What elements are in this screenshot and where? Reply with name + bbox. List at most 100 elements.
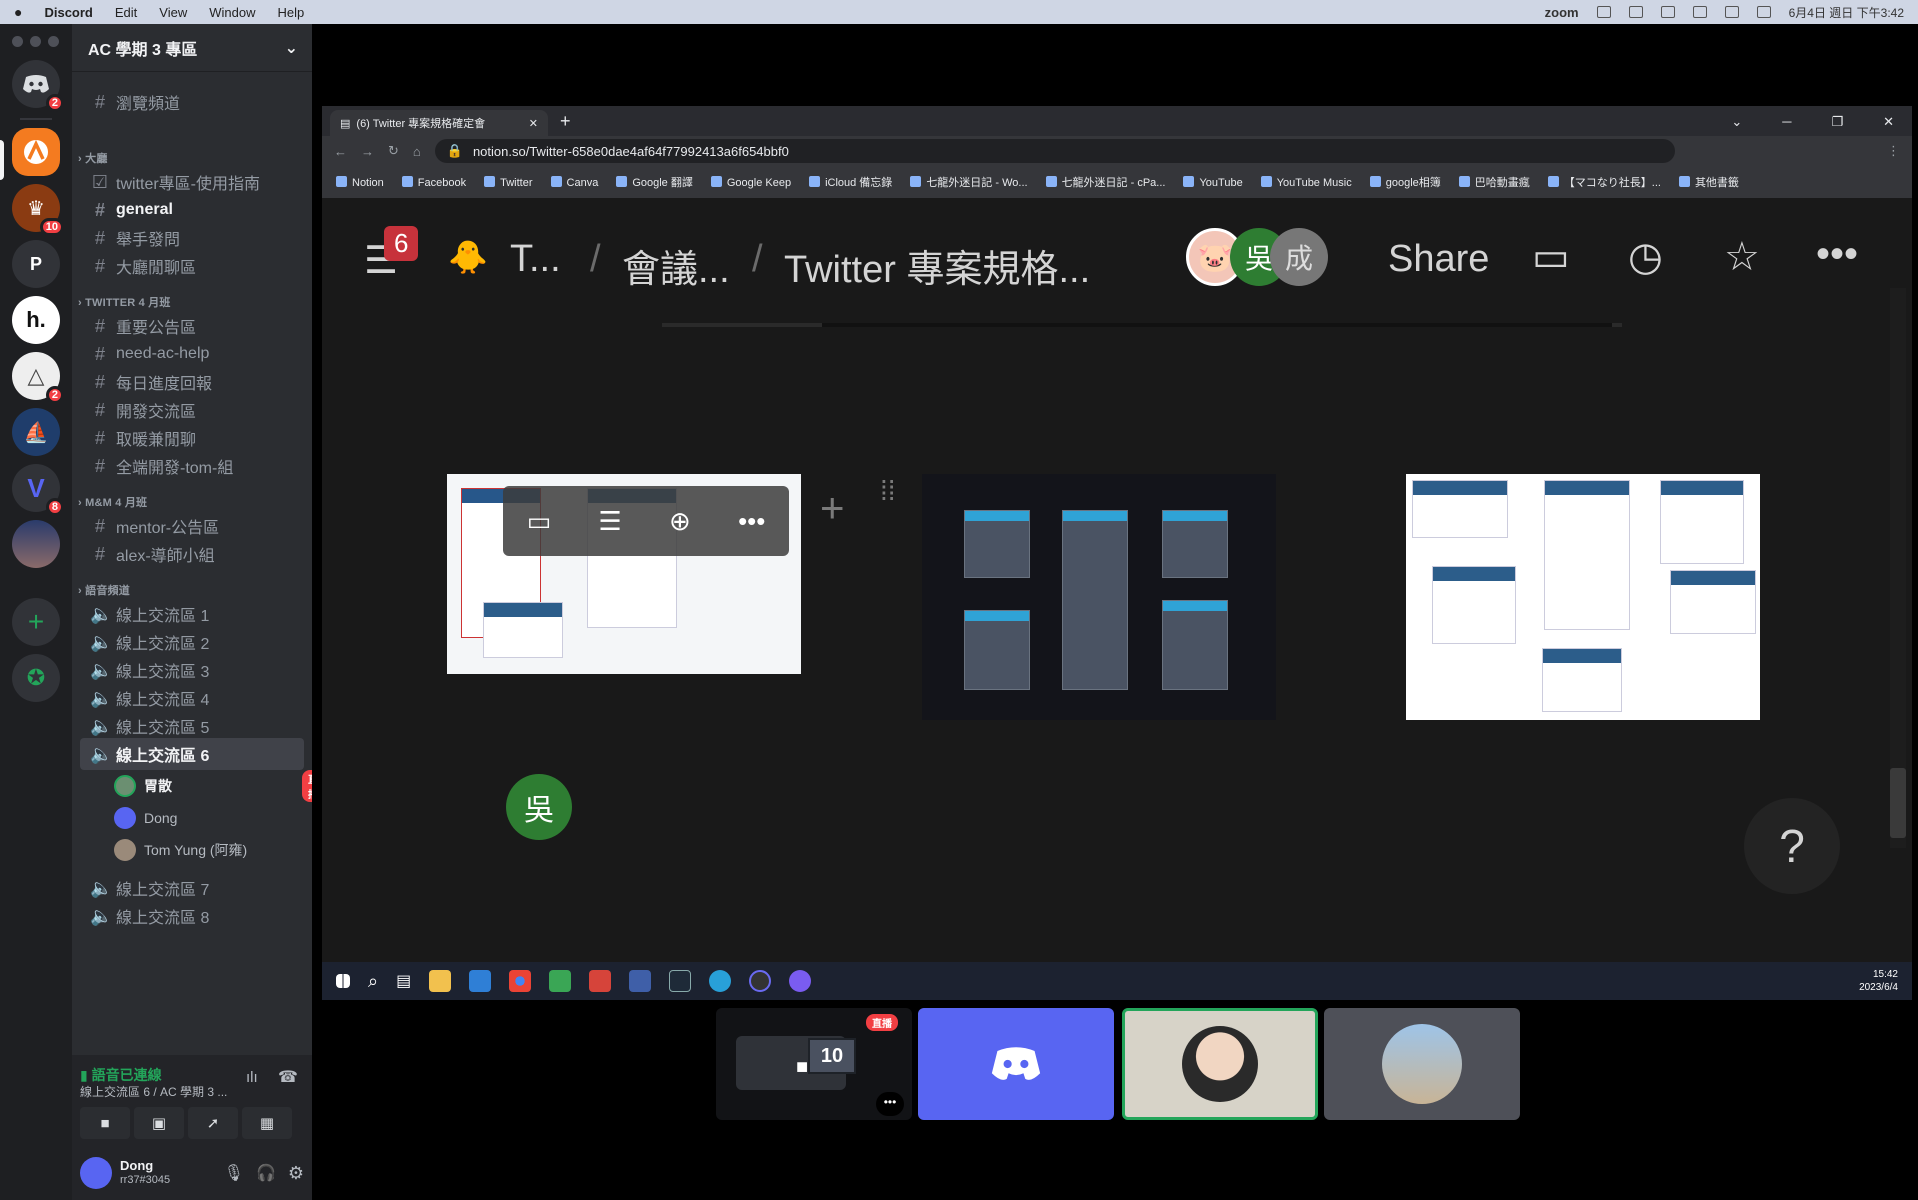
menu-edit[interactable]: Edit (115, 5, 137, 20)
cursor-avatar-wu[interactable]: 吳 (506, 774, 572, 840)
battery-icon[interactable] (1660, 6, 1675, 18)
explore-servers-icon[interactable]: ✪ (12, 654, 60, 702)
horizontal-scroll-track[interactable] (662, 323, 1622, 327)
window-icon[interactable] (1596, 6, 1611, 18)
restore-icon[interactable]: ❐ (1831, 114, 1843, 130)
minimize-window-button[interactable] (30, 36, 41, 47)
windows-start-icon[interactable] (336, 974, 350, 988)
camera-button[interactable]: ■ (80, 1107, 130, 1139)
server-ac-icon[interactable] (12, 128, 60, 176)
server-header[interactable]: AC 學期 3 專區 ⌄ (72, 24, 312, 72)
bookmark-notion[interactable]: Notion (336, 176, 384, 189)
disconnect-icon[interactable]: ☎ (278, 1067, 298, 1087)
server-v-icon[interactable]: V8 (12, 464, 64, 516)
back-icon[interactable]: ← (334, 144, 347, 159)
edge-icon[interactable] (709, 970, 732, 992)
caption-icon[interactable]: ☰ (598, 506, 621, 537)
bookmark-diary-1[interactable]: 七龍外迷日記 - Wo... (910, 174, 1027, 190)
collaborator-avatar-cheng[interactable]: 成 (1270, 228, 1328, 286)
download-icon[interactable]: ⊕ (669, 506, 691, 537)
bookmark-facebook[interactable]: Facebook (402, 176, 466, 189)
screen-share-button[interactable]: ▣ (134, 1107, 184, 1139)
bookmark-google-translate[interactable]: Google 翻譯 (616, 174, 693, 190)
category-lobby[interactable]: › 大廳 (78, 150, 108, 166)
menu-view[interactable]: View (159, 5, 187, 20)
voice-user-tom[interactable]: Tom Yung (阿雍) (114, 836, 247, 864)
vertical-scroll-track[interactable] (1890, 288, 1906, 848)
erd-image-3[interactable] (1406, 474, 1760, 720)
forward-icon[interactable]: → (361, 144, 374, 159)
wifi-icon[interactable] (1692, 6, 1707, 18)
share-button[interactable]: Share (1388, 238, 1489, 281)
breadcrumb-2[interactable]: 會議... (622, 238, 730, 293)
direct-messages-button[interactable]: 2 (12, 60, 64, 112)
home-icon[interactable]: ⌂ (413, 144, 421, 159)
category-voice[interactable]: › 語音頻道 (78, 582, 130, 598)
screen-icon[interactable] (1628, 6, 1643, 18)
browse-channels[interactable]: # 瀏覽頻道 (80, 86, 304, 118)
image-more-icon[interactable]: ••• (738, 506, 765, 537)
browser-tab[interactable]: ▤ (6) Twitter 專案規格確定會 ✕ (330, 110, 548, 136)
zoom-status[interactable]: zoom (1545, 5, 1579, 20)
breadcrumb-3[interactable]: Twitter 專案規格... (784, 238, 1090, 293)
new-tab-icon[interactable]: + (560, 111, 571, 132)
participant-tile-speaking[interactable] (1122, 1008, 1318, 1120)
notepad-icon[interactable] (549, 970, 572, 992)
erd-image-2[interactable] (922, 474, 1276, 720)
bookmark-google-photos[interactable]: google相簿 (1370, 174, 1441, 190)
search-icon[interactable] (1724, 6, 1739, 18)
minimize-icon[interactable]: ─ (1782, 114, 1791, 130)
participant-tile-tom[interactable] (1324, 1008, 1520, 1120)
vertical-scroll-thumb[interactable] (1890, 768, 1906, 838)
activities-button[interactable]: ➚ (188, 1107, 238, 1139)
tile-more-icon[interactable]: ••• (876, 1092, 904, 1116)
comment-icon[interactable]: ▭ (527, 506, 552, 537)
bookmark-canva[interactable]: Canva (551, 176, 599, 189)
comments-icon[interactable]: ▭ (1532, 234, 1570, 280)
messenger-icon[interactable] (789, 970, 812, 992)
app-k-icon[interactable] (669, 970, 692, 992)
user-avatar[interactable] (80, 1157, 112, 1189)
soundboard-button[interactable]: ▦ (242, 1107, 292, 1139)
address-bar[interactable]: 🔒 notion.so/Twitter-658e0dae4af64f7799241… (434, 139, 1675, 163)
channel-fullstack[interactable]: # 全端開發-tom-組 (80, 450, 304, 482)
bookmark-diary-2[interactable]: 七龍外迷日記 - cPa... (1046, 174, 1166, 190)
office-icon[interactable] (589, 970, 612, 992)
add-block-icon[interactable]: + (820, 484, 845, 532)
apple-icon[interactable]: ● (14, 4, 22, 20)
drag-handle-icon[interactable]: ⁞⁞ (880, 477, 896, 505)
server-photo-icon[interactable] (12, 520, 60, 568)
category-mm[interactable]: › M&M 4 月班 (78, 494, 147, 510)
bookmark-makonari[interactable]: 【マコなり社長】... (1548, 174, 1661, 190)
server-crown-icon[interactable]: ♛ 10 (12, 184, 64, 236)
voice-channel-8[interactable]: 🔈 線上交流區 8 (80, 900, 304, 932)
close-tab-icon[interactable]: ✕ (529, 117, 538, 130)
more-options-icon[interactable]: ••• (1816, 232, 1858, 277)
gear-icon[interactable]: ⚙ (288, 1163, 304, 1184)
user-info[interactable]: Dong rr37#3045 (120, 1159, 170, 1187)
reload-icon[interactable]: ↻ (388, 143, 399, 159)
server-sail-icon[interactable]: ⛵ (12, 408, 60, 456)
menubar-clock[interactable]: 6月4日 週日 下午3:42 (1789, 4, 1904, 21)
add-server-icon[interactable]: + (12, 598, 60, 646)
extensions-icon[interactable]: ⋮ (1887, 143, 1900, 159)
bookmark-youtube[interactable]: YouTube (1183, 176, 1242, 189)
favorite-star-icon[interactable]: ☆ (1724, 234, 1760, 280)
bookmark-other[interactable]: 其他書籤 (1679, 174, 1739, 190)
voice-location[interactable]: 線上交流區 6 / AC 學期 3 ... (80, 1083, 227, 1100)
close-icon[interactable]: ✕ (1883, 114, 1894, 130)
notification-count[interactable]: 6 (384, 226, 419, 261)
bookmark-twitter[interactable]: Twitter (484, 176, 532, 189)
file-explorer-icon[interactable] (429, 970, 452, 992)
task-view-icon[interactable]: ▤ (396, 971, 411, 991)
noise-suppression-icon[interactable]: ılı (246, 1069, 258, 1086)
participant-tile-discord[interactable] (918, 1008, 1114, 1120)
app-menu[interactable]: Discord (44, 5, 92, 20)
server-h-icon[interactable]: h. (12, 296, 60, 344)
voice-channel-6[interactable]: 🔈 線上交流區 6 (80, 738, 304, 770)
close-window-button[interactable] (12, 36, 23, 47)
bookmark-icloud[interactable]: iCloud 備忘錄 (809, 174, 892, 190)
taskbar-clock[interactable]: 15:42 2023/6/4 (1859, 968, 1898, 994)
chrome-icon[interactable] (509, 970, 532, 992)
voice-connected-status[interactable]: ▮ 語音已連線 (80, 1065, 162, 1085)
